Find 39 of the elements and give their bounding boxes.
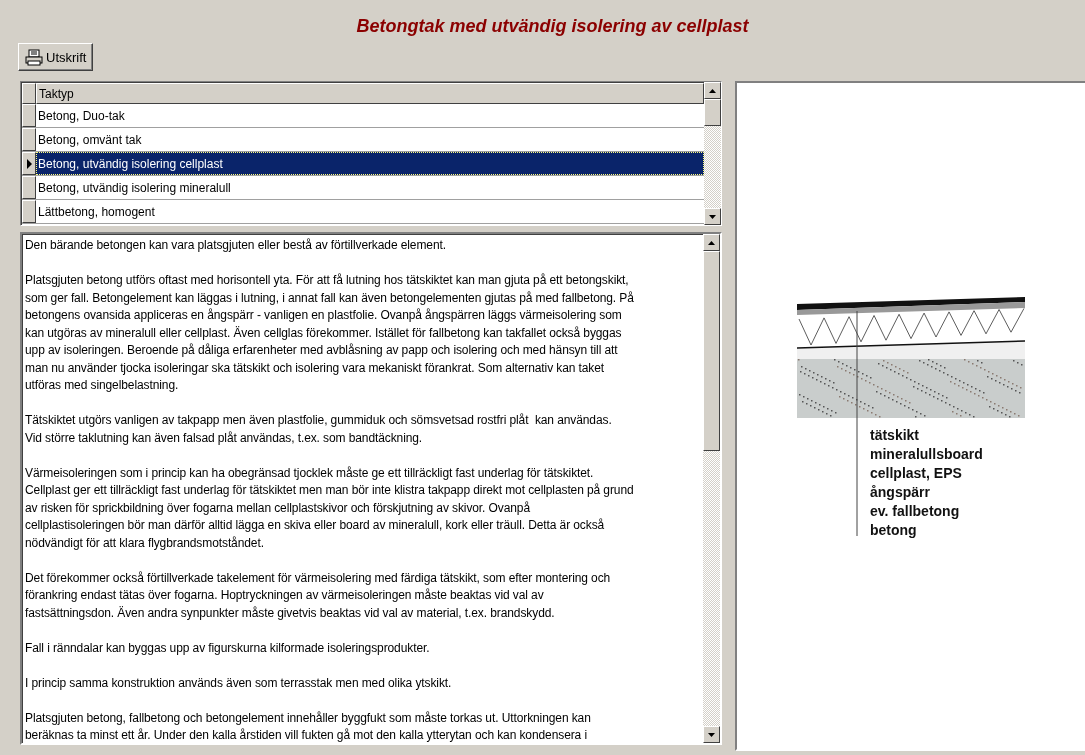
table-row[interactable]: Betong, Duo-tak — [22, 104, 704, 128]
column-header[interactable]: Taktyp — [36, 83, 704, 104]
row-selector-cell[interactable] — [22, 104, 36, 127]
scroll-thumb[interactable] — [704, 99, 721, 126]
description-paragraph: Tätskiktet utgörs vanligen av takpapp men även plastfolie, gummiduk och sömsvetsad rostfri plåt kan användas. Vid större taklutning kan även falsad plåt användas, t.ex. som bandtäckning. — [25, 412, 613, 447]
layer-label: mineralullsboard — [870, 445, 983, 464]
description-paragraph: Värmeisoleringen som i princip kan ha obegränsad tjocklek måste ge ett tillräckligt fast underlag för tätskiktet. Cellplast ger ett tillräckligt fast underlag för tätskiktet men man bör inte klistra takpapp direkt mot cellplasten på grund av risken för sprickbildning över fogarna mellan cellplastskivor och förskjutning av skivor. Ovanpå cellplastisoleringen bör man därför alltid lägga en skiva eller board av mineralull, kork eller träull. Detta är också nödvändigt för att klara flygbrandsmotståndet. — [25, 464, 635, 552]
scrollbar[interactable] — [703, 234, 720, 743]
description-paragraph: Platsgjuten betong utförs oftast med horisontell yta. För att få lutning hos tätskiktet kan man gjuta på ett betongskikt, som ger fall. Betongelement kan läggas i lutning, i annat fall kan även betongelementen gjutas på med fallbetong. På betongens ovansida appliceras en ångspärr - vanligen en plastfolie. Ovanpå ångspärren läggs värmeisolering som kan utgöras av mineralull eller cellplast. Även cellglas förekommer. Istället för fallbetong kan takfallet också byggas upp av isoleringen. Beroende på dåliga erfarenheter med avblåsning av papp och isolering och med hänsyn till att man nu använder tjocka isoleringar ska tätskikt och isolering vara mekaniskt förankrat. Som alternativ kan taket utföras med singelbelastning. — [25, 272, 635, 394]
scroll-down-button[interactable] — [703, 726, 720, 743]
row-selector-cell[interactable] — [22, 128, 36, 151]
page-title: Betongtak med utvändig isolering av cellplast — [356, 16, 749, 37]
row-pointer-icon — [26, 158, 32, 169]
row-selector-cell[interactable] — [22, 176, 36, 199]
down-arrow-icon — [709, 214, 716, 219]
up-arrow-icon — [708, 240, 715, 245]
layer-label: betong — [870, 521, 918, 540]
table-row[interactable]: Lättbetong, homogent — [22, 200, 704, 224]
scroll-down-button[interactable] — [704, 208, 721, 225]
description-paragraph: Det förekommer också förtillverkade takelement för värmeisolering med färdiga tätskikt, som efter montering och förankring endast tätas över fogarna. Hoptryckningen av värmeisoleringen måste beaktas vid val av fastsättningsdon. Även andra synpunkter måste givetvis beaktas vid val av material, t.ex. brandskydd. — [25, 569, 612, 622]
row-selector-cell[interactable] — [22, 200, 36, 223]
print-button[interactable]: Utskrift — [18, 43, 94, 71]
description-paragraph: Fall i ränndalar kan byggas upp av figurskurna kilformade isoleringsprodukter. — [25, 639, 431, 657]
printer-icon — [25, 48, 43, 66]
description-paragraph: I princip samma konstruktion används även som terrasstak men med olika ytskikt. — [25, 674, 453, 692]
layer-label: ångspärr — [870, 483, 931, 502]
description-paragraph: Den bärande betongen kan vara platsgjuten eller bestå av förtillverkade element. — [25, 237, 447, 254]
scrollbar[interactable] — [704, 82, 721, 225]
description-paragraph: Platsgjuten betong, fallbetong och betongelement innehåller byggfukt som måste torkas ut. Uttorkningen kan beräknas ta minst ett år. Under den kalla årstiden vill fukten gå mot den kalla ytterytan och kan kondensera i — [25, 709, 592, 743]
row-selector-cell[interactable] — [22, 152, 36, 175]
scroll-up-button[interactable] — [703, 234, 720, 251]
table-row[interactable]: Betong, utvändig isolering mineralull — [22, 176, 704, 200]
layer-label: tätskikt — [870, 426, 921, 445]
scroll-up-button[interactable] — [704, 82, 721, 99]
down-arrow-icon — [708, 732, 715, 737]
layer-label: ev. fallbetong — [870, 502, 961, 521]
layer-label: cellplast, EPS — [870, 464, 963, 483]
up-arrow-icon — [709, 88, 716, 93]
scroll-thumb[interactable] — [703, 251, 720, 451]
